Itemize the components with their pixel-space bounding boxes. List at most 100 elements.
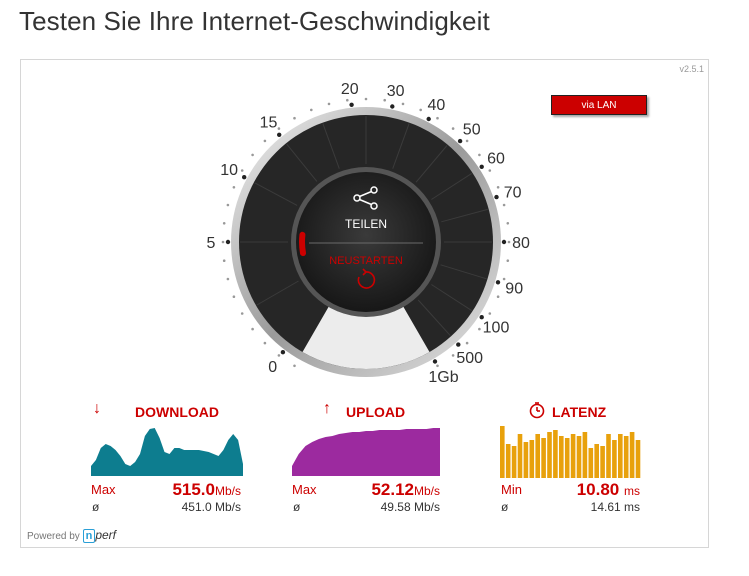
latency-bar [588, 448, 594, 478]
upload-max-value: 52.12Mb/s [371, 480, 440, 500]
minor-tick-dot [465, 139, 469, 143]
speed-gauge: 0 5 10 15 20 30 40 50 60 70 80 90 100500 1Gb TEILEN N… [207, 81, 530, 386]
minor-tick-dot [293, 364, 296, 368]
restart-button[interactable]: NEUSTARTEN [329, 255, 403, 267]
scale-label: 50 [463, 122, 481, 139]
latency-bar [594, 444, 599, 478]
scale-marker [457, 138, 463, 144]
scale-marker [456, 342, 461, 347]
upload-title: UPLOAD [346, 404, 406, 420]
latency-bar [629, 432, 635, 478]
scale-marker [225, 239, 231, 245]
minor-tick-dot [310, 108, 313, 112]
arrow-up-icon: ↑ [323, 400, 331, 417]
latency-bar [529, 440, 535, 478]
minor-tick-dot [277, 354, 281, 357]
powered-by[interactable]: Powered by nnperfperf [27, 528, 116, 543]
minor-tick-dot [293, 116, 296, 120]
minor-tick-dot [502, 203, 506, 207]
latency-graph [500, 426, 641, 478]
scale-marker [494, 194, 499, 200]
scale-marker [280, 350, 286, 355]
scale-label: 500 [456, 350, 483, 367]
download-graph [91, 428, 243, 476]
download-value: 515.0 [172, 480, 215, 499]
minor-tick-dot [465, 341, 469, 345]
latency-bar [541, 438, 546, 478]
scale-label: 30 [387, 83, 405, 100]
latency-bars [500, 426, 641, 478]
minor-tick-dot [222, 259, 226, 262]
scale-label: 15 [260, 115, 278, 132]
scale-label: 40 [428, 97, 446, 114]
latency-bar [500, 426, 505, 478]
powered-by-label: Powered by [27, 531, 80, 542]
upload-area [292, 428, 440, 476]
scale-marker [426, 116, 431, 122]
download-avg-symbol: ø [92, 500, 100, 514]
minor-tick-dot [507, 240, 511, 244]
minor-tick-dot [488, 312, 492, 315]
upload-avg-value: 49.58 Mb/s [380, 500, 440, 514]
arrow-down-icon: ↓ [93, 400, 101, 417]
minor-tick-dot [364, 97, 368, 101]
minor-tick-dot [232, 186, 236, 189]
latency-bar [618, 434, 623, 478]
upload-value: 52.12 [371, 480, 414, 499]
nperf-logo[interactable]: nnperfperf [82, 528, 116, 543]
latency-bar [570, 434, 576, 478]
latency-bar [517, 434, 523, 478]
minor-tick-dot [232, 295, 236, 298]
minor-tick-dot [401, 102, 405, 106]
minor-tick-dot [226, 203, 230, 207]
minor-tick-dot [436, 116, 439, 120]
minor-tick-dot [436, 364, 439, 368]
minor-tick-dot [506, 222, 510, 225]
latency-bar [606, 434, 611, 478]
minor-tick-dot [346, 98, 349, 102]
scale-label: 80 [512, 235, 530, 252]
scale-label: 100 [483, 319, 510, 336]
minor-tick-dot [488, 169, 492, 172]
download-avg-value: 451.0 Mb/s [181, 500, 241, 514]
upload-unit: Mb/s [413, 484, 440, 498]
latency-bar [535, 434, 540, 478]
minor-tick-dot [263, 341, 267, 345]
latency-bar [547, 432, 552, 478]
minor-tick-dot [451, 354, 455, 357]
share-button[interactable]: TEILEN [345, 217, 387, 231]
scale-label: 60 [487, 151, 505, 168]
stopwatch-icon [529, 402, 545, 419]
scale-marker [349, 102, 354, 107]
latency-bar [600, 446, 605, 478]
scale-label: 70 [504, 185, 522, 202]
download-title: DOWNLOAD [135, 404, 219, 420]
latency-title: LATENZ [552, 404, 607, 420]
latency-bar [511, 446, 517, 478]
minor-tick-dot [506, 259, 510, 262]
page-title: Testen Sie Ihre Internet-Geschwindigkeit [19, 6, 490, 36]
minor-tick-dot [221, 240, 225, 244]
minor-tick-dot [251, 153, 254, 157]
minor-tick-dot [222, 222, 226, 225]
speedtest-panel: v2.5.1 via LAN 0 5 10 15 20 30 40 50 60 70 80 90 100… [20, 59, 709, 548]
latency-bar [553, 430, 558, 478]
minor-tick-dot [263, 139, 267, 143]
minor-tick-dot [240, 312, 244, 315]
scale-marker [479, 164, 484, 169]
latency-bar [523, 442, 529, 478]
download-max-label: Max [91, 482, 116, 497]
minor-tick-dot [478, 327, 481, 331]
download-area [91, 428, 243, 476]
latency-unit: ms [624, 484, 640, 498]
latency-min-value: 10.80 ms [577, 480, 640, 500]
scale-label: 10 [220, 162, 238, 179]
scale-label: 5 [207, 235, 216, 252]
minor-tick-dot [496, 186, 500, 189]
latency-avg-value: 14.61 ms [590, 500, 640, 514]
scale-marker [501, 239, 507, 245]
minor-tick-dot [251, 327, 254, 331]
latency-bar [505, 444, 511, 478]
minor-tick-dot [451, 127, 455, 130]
latency-avg-symbol: ø [501, 500, 509, 514]
